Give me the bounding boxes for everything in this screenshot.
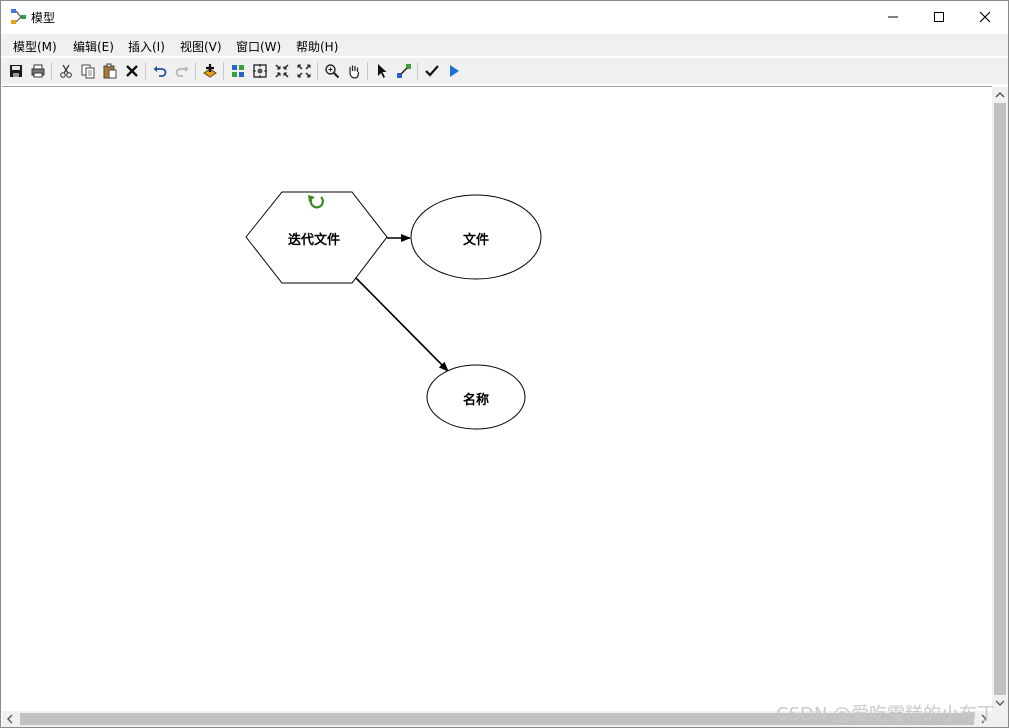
model-app-icon xyxy=(10,8,28,26)
print-button[interactable] xyxy=(28,61,48,81)
full-extent-icon xyxy=(253,64,267,78)
fixed-zoom-in-button[interactable] xyxy=(272,61,292,81)
menu-help[interactable]: 帮助(H) xyxy=(296,38,338,55)
window-title: 模型 xyxy=(31,11,56,25)
zoom-in-button[interactable] xyxy=(322,61,342,81)
add-data-icon xyxy=(203,64,217,78)
full-extent-button[interactable] xyxy=(250,61,270,81)
watermark: CSDN @爱吃雪糕的小布丁 xyxy=(776,704,996,725)
select-icon xyxy=(378,64,387,78)
maximize-icon xyxy=(934,11,944,22)
undo-icon xyxy=(153,66,167,77)
zoom-in-icon xyxy=(325,64,340,79)
diagram-graphics xyxy=(245,191,542,430)
maximize-button[interactable] xyxy=(916,1,962,32)
scroll-up-icon[interactable] xyxy=(992,88,1008,102)
scroll-left-icon[interactable] xyxy=(3,711,17,727)
paste-button[interactable] xyxy=(100,61,120,81)
file-node-label: 文件 xyxy=(463,233,490,248)
paste-icon xyxy=(103,63,117,79)
redo-icon xyxy=(175,66,189,77)
menu-edit[interactable]: 编辑(E) xyxy=(73,38,114,55)
toolbar-separator xyxy=(195,62,196,80)
close-icon xyxy=(979,11,991,22)
toolbar-separator xyxy=(223,62,224,80)
menu-model[interactable]: 模型(M) xyxy=(13,38,57,55)
validate-button[interactable] xyxy=(422,61,442,81)
toolbar-separator xyxy=(51,62,52,80)
connect-button[interactable] xyxy=(394,61,414,81)
cut-button[interactable] xyxy=(56,61,76,81)
toolbar-separator xyxy=(417,62,418,80)
edge-iterator-to-name[interactable] xyxy=(355,277,449,372)
toolbar-separator xyxy=(367,62,368,80)
redo-button[interactable] xyxy=(172,61,192,81)
menu-window[interactable]: 窗口(W) xyxy=(236,38,281,55)
delete-icon xyxy=(126,65,138,77)
iterator-node-label: 迭代文件 xyxy=(288,233,341,248)
toolbar xyxy=(1,58,1008,84)
vertical-scroll-thumb[interactable] xyxy=(994,103,1006,695)
minimize-icon xyxy=(888,16,898,17)
add-data-button[interactable] xyxy=(200,61,220,81)
copy-icon xyxy=(81,64,95,79)
pan-button[interactable] xyxy=(344,61,364,81)
minimize-button[interactable] xyxy=(870,1,916,32)
validate-icon xyxy=(425,65,439,77)
name-node-label: 名称 xyxy=(463,393,490,408)
auto-layout-icon xyxy=(232,65,244,77)
close-button[interactable] xyxy=(962,1,1008,32)
select-button[interactable] xyxy=(372,61,392,81)
toolbar-separator xyxy=(317,62,318,80)
save-button[interactable] xyxy=(6,61,26,81)
fixed-zoom-in-icon xyxy=(275,64,289,78)
menu-insert[interactable]: 插入(I) xyxy=(128,38,165,55)
run-icon xyxy=(450,65,459,77)
toolbar-separator xyxy=(145,62,146,80)
title-bar: 模型 xyxy=(1,1,1008,32)
model-canvas[interactable]: 迭代文件 文件 名称 xyxy=(2,86,992,712)
pan-icon xyxy=(349,65,360,79)
run-button[interactable] xyxy=(444,61,464,81)
menu-bar: 模型(M) 编辑(E) 插入(I) 视图(V) 窗口(W) 帮助(H) xyxy=(1,34,1008,56)
menu-view[interactable]: 视图(V) xyxy=(180,38,222,55)
fixed-zoom-out-icon xyxy=(297,64,311,78)
delete-button[interactable] xyxy=(122,61,142,81)
copy-button[interactable] xyxy=(78,61,98,81)
auto-layout-button[interactable] xyxy=(228,61,248,81)
vertical-scrollbar[interactable] xyxy=(992,87,1008,711)
cut-icon xyxy=(60,64,72,78)
print-icon xyxy=(31,64,45,78)
connect-icon xyxy=(397,64,411,78)
undo-button[interactable] xyxy=(150,61,170,81)
model-window: 模型 模型(M) 编辑(E) 插入(I) 视图(V) 窗口(W) 帮助(H) 迭… xyxy=(0,0,1009,728)
fixed-zoom-out-button[interactable] xyxy=(294,61,314,81)
save-icon xyxy=(10,65,22,77)
